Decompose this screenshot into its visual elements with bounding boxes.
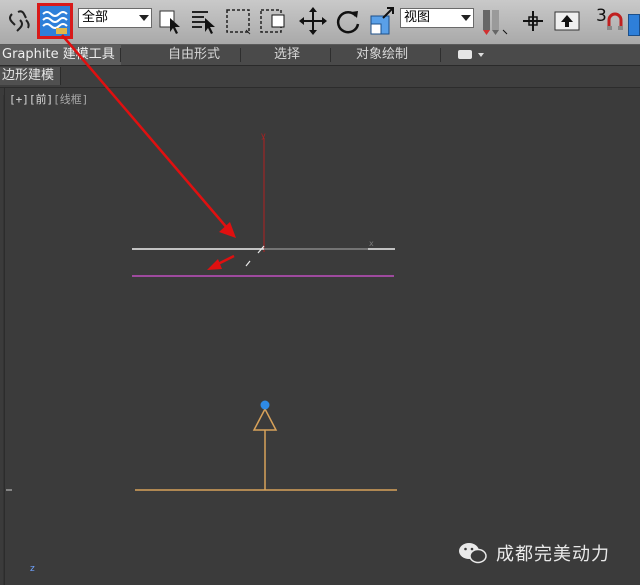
watermark-text: 成都完美动力 (496, 544, 610, 565)
spacewarp-handle[interactable] (260, 400, 270, 410)
viewport-scene: y x (3, 34, 397, 585)
annotation-arrow (61, 34, 229, 230)
axis-x-label: x (369, 239, 374, 248)
axis-z-label: z (30, 564, 35, 574)
wechat-icon (459, 543, 487, 564)
watermark: 成都完美动力 (458, 540, 610, 566)
annotation-arrow-head (207, 259, 222, 270)
axis-y-label: y (261, 131, 266, 140)
annotation-arrow-head (219, 222, 236, 238)
spacewarp-arrow-icon (252, 407, 278, 431)
cursor-marker (245, 260, 251, 267)
